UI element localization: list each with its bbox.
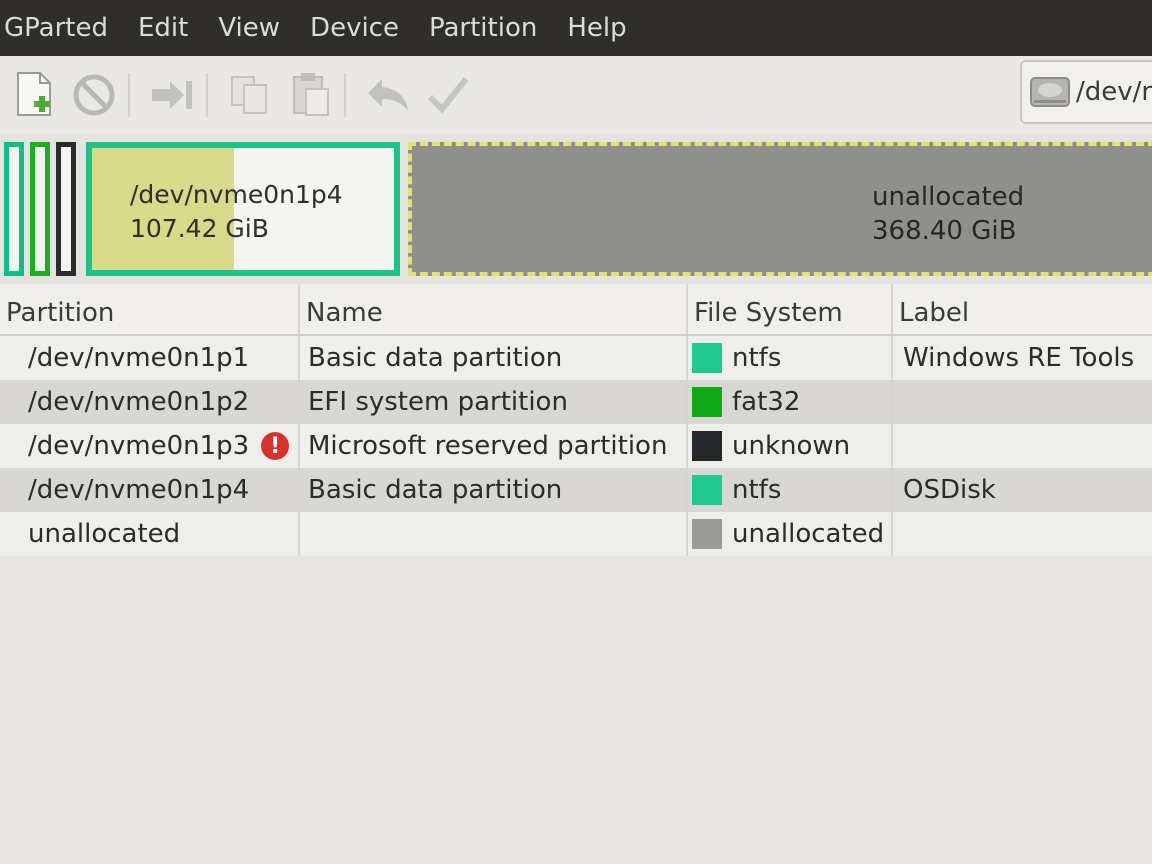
partition-name: /dev/nvme0n1p3: [28, 431, 250, 461]
new-partition-button[interactable]: [8, 69, 60, 121]
label-cell: [893, 512, 1152, 556]
toolbar: /dev/n: [0, 56, 1152, 134]
filesystem-label: fat32: [732, 387, 801, 417]
table-row[interactable]: unallocated unallocated: [0, 512, 1152, 556]
paste-icon: [293, 73, 329, 116]
partition-map-p4-size: 107.42 GiB: [130, 214, 269, 243]
partition-map-unallocated-size: 368.40 GiB: [872, 216, 1017, 246]
filesystem-color-swatch: [692, 343, 722, 373]
partition-table: Partition Name File System Label /dev/nv…: [0, 284, 1152, 556]
menubar: GParted Edit View Device Partition Help: [0, 0, 1152, 56]
partition-cell: unallocated: [0, 512, 300, 556]
apply-icon: [427, 77, 469, 114]
table-header: Partition Name File System Label: [0, 284, 1152, 336]
toolbar-separator: [206, 73, 208, 117]
filesystem-color-swatch: [692, 475, 722, 505]
column-header-partition[interactable]: Partition: [0, 284, 300, 334]
menu-view[interactable]: View: [218, 0, 280, 56]
filesystem-cell: unknown: [688, 424, 893, 468]
menu-gparted[interactable]: GParted: [4, 0, 108, 56]
toolbar-separator: [344, 73, 346, 117]
copy-button[interactable]: [224, 69, 276, 121]
partition-cell: /dev/nvme0n1p4: [0, 468, 300, 512]
column-header-label[interactable]: Label: [893, 284, 1152, 334]
apply-button[interactable]: [422, 69, 474, 121]
resize-move-button[interactable]: [146, 69, 198, 121]
filesystem-cell: unallocated: [688, 512, 893, 556]
name-cell: EFI system partition: [300, 380, 688, 424]
partition-map-p2[interactable]: [30, 142, 50, 276]
partition-map-p4-name: /dev/nvme0n1p4: [130, 180, 343, 209]
undo-icon: [368, 79, 408, 111]
partition-map: /dev/nvme0n1p4 107.42 GiB unallocated 36…: [0, 134, 1152, 284]
menu-partition[interactable]: Partition: [429, 0, 537, 56]
partition-cell: /dev/nvme0n1p2: [0, 380, 300, 424]
label-cell: [893, 424, 1152, 468]
toolbar-separator: [128, 73, 130, 117]
partition-cell: /dev/nvme0n1p1: [0, 336, 300, 380]
warning-icon[interactable]: !: [261, 432, 290, 460]
label-cell: Windows RE Tools: [903, 343, 1135, 373]
name-cell: Basic data partition: [300, 468, 688, 512]
filesystem-cell: ntfs: [688, 336, 893, 380]
device-selector-label: /dev/n: [1076, 77, 1152, 107]
table-row[interactable]: /dev/nvme0n1p4 Basic data partition ntfs…: [0, 468, 1152, 512]
name-cell: [300, 512, 688, 556]
partition-map-p3[interactable]: [56, 142, 76, 276]
table-row[interactable]: /dev/nvme0n1p3 ! Microsoft reserved part…: [0, 424, 1152, 468]
menu-help[interactable]: Help: [567, 0, 626, 56]
paste-button[interactable]: [284, 69, 336, 121]
name-cell: Basic data partition: [300, 336, 688, 380]
partition-map-unallocated[interactable]: unallocated 368.40 GiB: [408, 142, 1152, 276]
partition-map-unallocated-text: unallocated 368.40 GiB: [872, 180, 1024, 248]
filesystem-label: ntfs: [732, 343, 782, 373]
filesystem-color-swatch: [692, 519, 722, 549]
delete-button[interactable]: [68, 69, 120, 121]
partition-cell: /dev/nvme0n1p3 !: [0, 424, 300, 468]
copy-icon: [231, 76, 267, 114]
filesystem-label: ntfs: [732, 475, 782, 505]
new-partition-icon: [17, 72, 51, 116]
hard-disk-icon: [1030, 77, 1070, 107]
filesystem-label: unallocated: [732, 519, 885, 549]
undo-button[interactable]: [362, 69, 414, 121]
table-row[interactable]: /dev/nvme0n1p1 Basic data partition ntfs…: [0, 336, 1152, 380]
label-cell: OSDisk: [903, 475, 996, 505]
column-header-name[interactable]: Name: [300, 284, 688, 334]
menu-device[interactable]: Device: [310, 0, 399, 56]
delete-icon: [73, 74, 115, 116]
table-empty-area: [0, 556, 1152, 864]
filesystem-color-swatch: [692, 431, 722, 461]
filesystem-cell: ntfs: [688, 468, 893, 512]
partition-map-unallocated-name: unallocated: [872, 182, 1025, 212]
menu-edit[interactable]: Edit: [138, 0, 188, 56]
partition-map-p4[interactable]: /dev/nvme0n1p4 107.42 GiB: [86, 142, 400, 276]
partition-map-p1[interactable]: [4, 142, 24, 276]
partition-map-p4-text: /dev/nvme0n1p4 107.42 GiB: [130, 178, 343, 246]
label-cell: [893, 380, 1152, 424]
device-selector[interactable]: /dev/n: [1020, 60, 1152, 124]
filesystem-color-swatch: [692, 387, 722, 417]
resize-move-icon: [152, 81, 192, 109]
filesystem-cell: fat32: [688, 380, 893, 424]
column-header-filesystem[interactable]: File System: [688, 284, 893, 334]
table-row[interactable]: /dev/nvme0n1p2 EFI system partition fat3…: [0, 380, 1152, 424]
name-cell: Microsoft reserved partition: [300, 424, 688, 468]
filesystem-label: unknown: [732, 431, 851, 461]
